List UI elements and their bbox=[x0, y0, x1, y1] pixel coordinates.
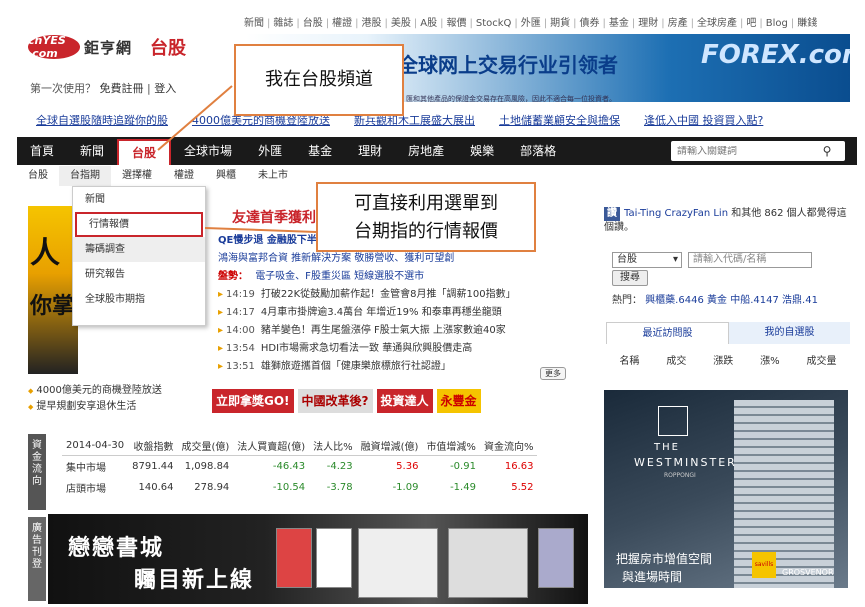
callout-taiwan-channel: 我在台股頻道 bbox=[234, 44, 404, 116]
callout-menu-tip: 可直接利用選單到 台期指的行情報價 bbox=[316, 182, 536, 252]
callout1-arrow bbox=[157, 85, 233, 151]
annotation-arrows bbox=[157, 85, 317, 233]
page-root: 新聞 | 雜誌 | 台股 | 權證 | 港股 | 美股 | A股 | 報價 | StockQ | 外匯 | 期貨 | 債券 |… bbox=[0, 0, 865, 607]
callout-line-1: 可直接利用選單到 bbox=[354, 193, 498, 214]
callout-line-2: 台期指的行情報價 bbox=[354, 221, 498, 242]
callout2-arrow bbox=[204, 227, 317, 233]
